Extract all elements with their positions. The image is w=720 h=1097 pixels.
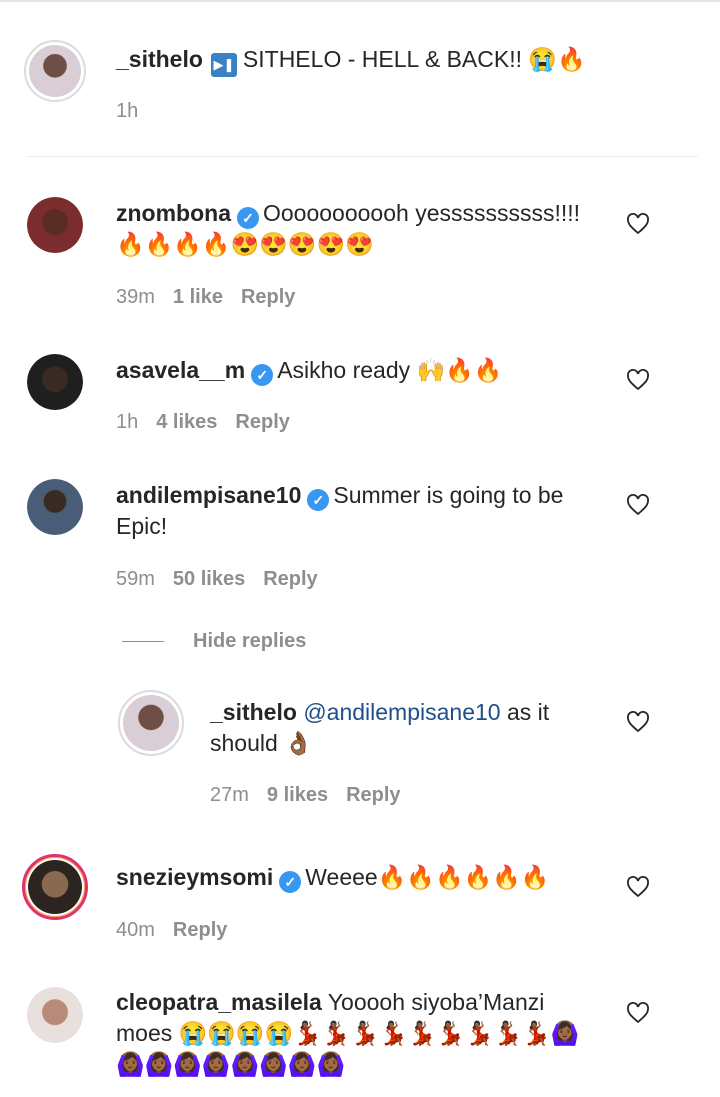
username[interactable]: _sithelo — [210, 699, 297, 725]
username[interactable]: znombona — [116, 200, 231, 226]
play-pause-button-icon: ▶❚ — [210, 53, 237, 77]
likes-count[interactable]: 1 like — [173, 286, 223, 308]
comment-body: Weeee🔥🔥🔥🔥🔥🔥 — [305, 864, 550, 890]
likes-count[interactable]: 9 likes — [267, 784, 328, 806]
comment-meta: 1h 4 likes Reply — [116, 411, 308, 434]
comment-text: _sithelo ▶❚ SITHELO - HELL & BACK!! 😭🔥 — [116, 44, 606, 77]
avatar[interactable] — [27, 197, 83, 253]
reply-button[interactable]: Reply — [235, 411, 289, 433]
username[interactable]: asavela__m — [116, 357, 245, 383]
likes-count[interactable]: 50 likes — [173, 568, 245, 590]
comment-text: asavela__m ✓ Asikho ready 🙌🔥🔥 — [116, 355, 606, 386]
timestamp: 1h — [116, 411, 139, 433]
comment-body: Asikho ready 🙌🔥🔥 — [277, 357, 503, 383]
like-heart-icon[interactable] — [626, 369, 650, 391]
avatar[interactable] — [24, 40, 86, 102]
comment-text: andilempisane10 ✓ Summer is going to be Ep… — [116, 480, 606, 542]
comment-body: SITHELO - HELL & BACK!! 😭🔥 — [242, 46, 586, 72]
comment-text: znombona ✓ Ooooooooooh yessssssssss!!!! 🔥🔥… — [116, 198, 606, 260]
comment-meta: 1h — [116, 100, 156, 123]
avatar-story-ring[interactable] — [22, 854, 88, 920]
comment-meta: 39m 1 like Reply — [116, 286, 313, 309]
like-heart-icon[interactable] — [626, 876, 650, 898]
reply-button[interactable]: Reply — [263, 568, 317, 590]
avatar[interactable] — [27, 987, 83, 1043]
timestamp: 39m — [116, 286, 155, 308]
avatar[interactable] — [118, 690, 184, 756]
timestamp: 1h — [116, 100, 139, 122]
mention-link[interactable]: @andilempisane10 — [303, 699, 500, 725]
comment-meta: 40m Reply — [116, 919, 245, 942]
like-heart-icon[interactable] — [626, 213, 650, 235]
timestamp: 27m — [210, 784, 249, 806]
comment-text: snezieymsomi ✓ Weeee🔥🔥🔥🔥🔥🔥 — [116, 862, 606, 893]
verified-badge-icon: ✓ — [307, 489, 330, 511]
username[interactable]: andilempisane10 — [116, 482, 301, 508]
reply-button[interactable]: Reply — [173, 919, 227, 941]
like-heart-icon[interactable] — [626, 494, 650, 516]
verified-badge-icon: ✓ — [279, 871, 302, 893]
timestamp: 59m — [116, 568, 155, 590]
verified-badge-icon: ✓ — [237, 207, 259, 229]
top-border — [0, 0, 720, 2]
comment-meta: 27m 9 likes Reply — [210, 784, 419, 807]
divider — [26, 156, 698, 157]
verified-badge-icon: ✓ — [251, 364, 274, 386]
comment-meta: 59m 50 likes Reply — [116, 568, 336, 591]
comment-text: _sithelo @andilempisane10 as it should 👌… — [210, 697, 610, 759]
timestamp: 40m — [116, 919, 155, 941]
reply-button[interactable]: Reply — [241, 286, 295, 308]
hide-replies-line — [122, 641, 164, 642]
username[interactable]: _sithelo — [116, 46, 203, 72]
username[interactable]: cleopatra_masilela — [116, 989, 322, 1015]
avatar[interactable] — [27, 479, 83, 535]
hide-replies-button[interactable]: Hide replies — [193, 630, 306, 653]
likes-count[interactable]: 4 likes — [156, 411, 217, 433]
comment-text: cleopatra_masilela Yooooh siyoba’Manzi m… — [116, 987, 606, 1080]
like-heart-icon[interactable] — [626, 1002, 650, 1024]
like-heart-icon[interactable] — [626, 711, 650, 733]
reply-button[interactable]: Reply — [346, 784, 400, 806]
username[interactable]: snezieymsomi — [116, 864, 273, 890]
avatar[interactable] — [27, 354, 83, 410]
